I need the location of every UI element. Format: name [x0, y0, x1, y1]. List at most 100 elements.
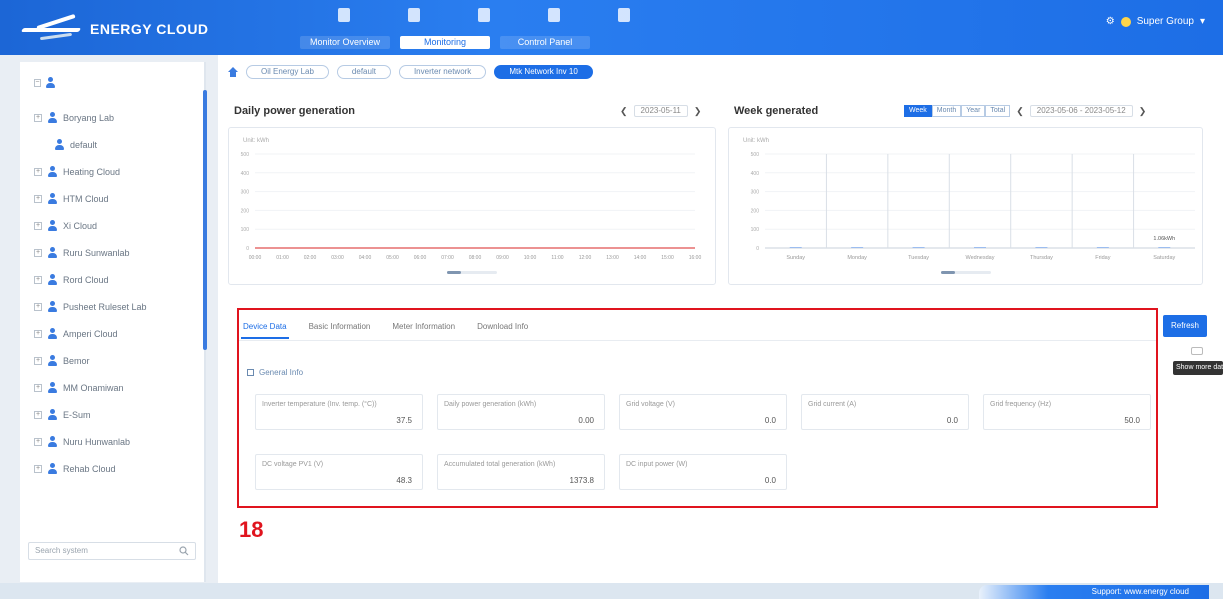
y-tick-label: 200 — [751, 208, 760, 214]
x-tick-label: 08:00 — [469, 255, 482, 261]
x-tick-label: 14:00 — [634, 255, 647, 261]
data-field: DC voltage PV1 (V) 48.3 — [255, 454, 423, 490]
tree-expand-icon[interactable]: + — [34, 168, 42, 176]
sidebar-tree-item[interactable]: + Pusheet Ruleset Lab — [34, 299, 147, 315]
bar — [1035, 247, 1048, 248]
tree-collapse-icon[interactable]: − — [34, 79, 41, 87]
sidebar-tree-item[interactable]: + Xi Cloud — [34, 218, 97, 234]
sidebar-search-input[interactable]: Search system — [28, 542, 196, 560]
sidebar-tree-item[interactable]: + Heating Cloud — [34, 164, 120, 180]
person-icon — [47, 166, 58, 178]
tree-expand-icon[interactable]: + — [34, 411, 42, 419]
detail-tabs: Device Data Basic Information Meter Info… — [241, 314, 530, 339]
bar — [851, 247, 864, 248]
week-date-range[interactable]: 2023-05-06 - 2023-05-12 — [1029, 105, 1133, 117]
sidebar-tree-item[interactable]: + E-Sum — [34, 407, 91, 423]
tree-expand-icon[interactable]: + — [34, 384, 42, 392]
next-day-icon[interactable]: ❯ — [694, 106, 702, 117]
period-week-button[interactable]: Week — [904, 105, 932, 117]
nav-tab-monitoring[interactable]: Monitoring — [400, 36, 490, 49]
tab-device-data[interactable]: Device Data — [241, 314, 289, 339]
section-header[interactable]: General Info — [247, 368, 303, 377]
tree-expand-icon[interactable]: + — [34, 357, 42, 365]
breadcrumb-item-current[interactable]: Mtk Network Inv 10 — [494, 65, 593, 79]
tab-meter-information[interactable]: Meter Information — [390, 314, 457, 339]
home-icon[interactable] — [228, 67, 238, 77]
search-icon[interactable] — [179, 546, 189, 556]
tab-download-info[interactable]: Download Info — [475, 314, 530, 339]
person-icon — [47, 247, 58, 259]
collapse-square-icon[interactable] — [247, 369, 254, 376]
person-icon — [47, 274, 58, 286]
tree-expand-icon[interactable]: + — [34, 222, 42, 230]
chevron-down-icon[interactable]: ▾ — [1200, 16, 1205, 27]
sidebar-tree-item[interactable]: + Ruru Sunwanlab — [34, 245, 130, 261]
user-name: Super Group — [1136, 16, 1194, 27]
tree-expand-icon[interactable]: + — [34, 114, 42, 122]
nav-tab-overview[interactable]: Monitor Overview — [300, 36, 390, 49]
sidebar-tree-item[interactable]: + Nuru Hunwanlab — [34, 434, 130, 450]
data-field: Grid current (A) 0.0 — [801, 394, 969, 430]
grid-icon[interactable] — [408, 8, 420, 22]
breadcrumb-item[interactable]: Oil Energy Lab — [246, 65, 329, 79]
sidebar-item-label: MM Onamiwan — [63, 383, 124, 393]
status-link[interactable]: Support: www.energy cloud — [979, 585, 1209, 599]
data-field: Accumulated total generation (kWh) 1373.8 — [437, 454, 605, 490]
daily-chart-title: Daily power generation — [234, 105, 356, 117]
tree-expand-icon[interactable]: + — [34, 249, 42, 257]
x-tick-label: 09:00 — [496, 255, 509, 261]
field-label: Grid frequency (Hz) — [990, 401, 1052, 408]
toggle-icon[interactable] — [1191, 347, 1203, 355]
user-group-icon[interactable] — [548, 8, 560, 22]
nav-icon-bar — [330, 8, 660, 28]
prev-day-icon[interactable]: ❮ — [620, 106, 628, 117]
tree-expand-icon[interactable]: + — [34, 276, 42, 284]
x-tick-label: 02:00 — [304, 255, 317, 261]
period-month-button[interactable]: Month — [931, 105, 962, 117]
daily-date-field[interactable]: 2023-05-11 — [633, 105, 688, 117]
data-field: Grid voltage (V) 0.0 — [619, 394, 787, 430]
tree-expand-icon[interactable]: + — [34, 195, 42, 203]
sidebar-item-label: Pusheet Ruleset Lab — [63, 302, 147, 312]
next-week-icon[interactable]: ❯ — [1139, 106, 1147, 117]
sidebar-tree-item[interactable]: + Rord Cloud — [34, 272, 109, 288]
search-placeholder: Search system — [35, 546, 88, 555]
sidebar-scrollbar[interactable] — [203, 90, 207, 350]
period-total-button[interactable]: Total — [985, 105, 1011, 117]
sidebar-tree-item[interactable]: + Amperi Cloud — [34, 326, 118, 342]
period-selector: Week Month Year Total — [904, 105, 1011, 117]
device-icon[interactable] — [478, 8, 490, 22]
tree-expand-icon[interactable]: + — [34, 303, 42, 311]
tab-divider — [239, 340, 1156, 341]
app-logo[interactable]: ENERGY CLOUD — [20, 13, 209, 42]
x-tick-label: 07:00 — [441, 255, 454, 261]
tab-basic-information[interactable]: Basic Information — [307, 314, 373, 339]
sidebar-tree-item[interactable]: + MM Onamiwan — [34, 380, 124, 396]
sidebar-tree-item[interactable]: + HTM Cloud — [34, 191, 109, 207]
monitor-icon[interactable] — [338, 8, 350, 22]
refresh-button[interactable]: Refresh — [1163, 315, 1207, 337]
document-icon[interactable] — [618, 8, 630, 22]
data-field: Grid frequency (Hz) 50.0 — [983, 394, 1151, 430]
data-field: DC input power (W) 0.0 — [619, 454, 787, 490]
sidebar-tree-item[interactable]: + Boryang Lab — [34, 110, 114, 126]
tree-expand-icon[interactable]: + — [34, 438, 42, 446]
sidebar-tree-item[interactable]: + Rehab Cloud — [34, 461, 116, 477]
period-year-button[interactable]: Year — [961, 105, 986, 117]
tree-expand-icon[interactable]: + — [34, 465, 42, 473]
data-field: Inverter temperature (Inv. temp. (°C)) 37… — [255, 394, 423, 430]
person-icon — [47, 193, 58, 205]
tree-expand-icon[interactable]: + — [34, 330, 42, 338]
settings-icon[interactable]: ⚙ — [1106, 16, 1115, 27]
sidebar-tree-item[interactable]: + Bemor — [34, 353, 90, 369]
prev-week-icon[interactable]: ❮ — [1016, 106, 1024, 117]
tree-root[interactable]: − — [34, 76, 56, 90]
breadcrumb-item[interactable]: Inverter network — [398, 65, 487, 79]
person-icon — [47, 220, 58, 232]
daily-chart: Unit: kWh 0 100 200 300 400 500 00:00 01:00 02:00… — [241, 138, 701, 274]
user-menu[interactable]: ⚙ Super Group ▾ — [1106, 16, 1205, 27]
sidebar-item-label: Heating Cloud — [63, 167, 121, 177]
breadcrumb-item[interactable]: default — [336, 65, 391, 79]
sidebar-tree-item[interactable]: default — [54, 137, 97, 153]
nav-tab-control[interactable]: Control Panel — [500, 36, 590, 49]
